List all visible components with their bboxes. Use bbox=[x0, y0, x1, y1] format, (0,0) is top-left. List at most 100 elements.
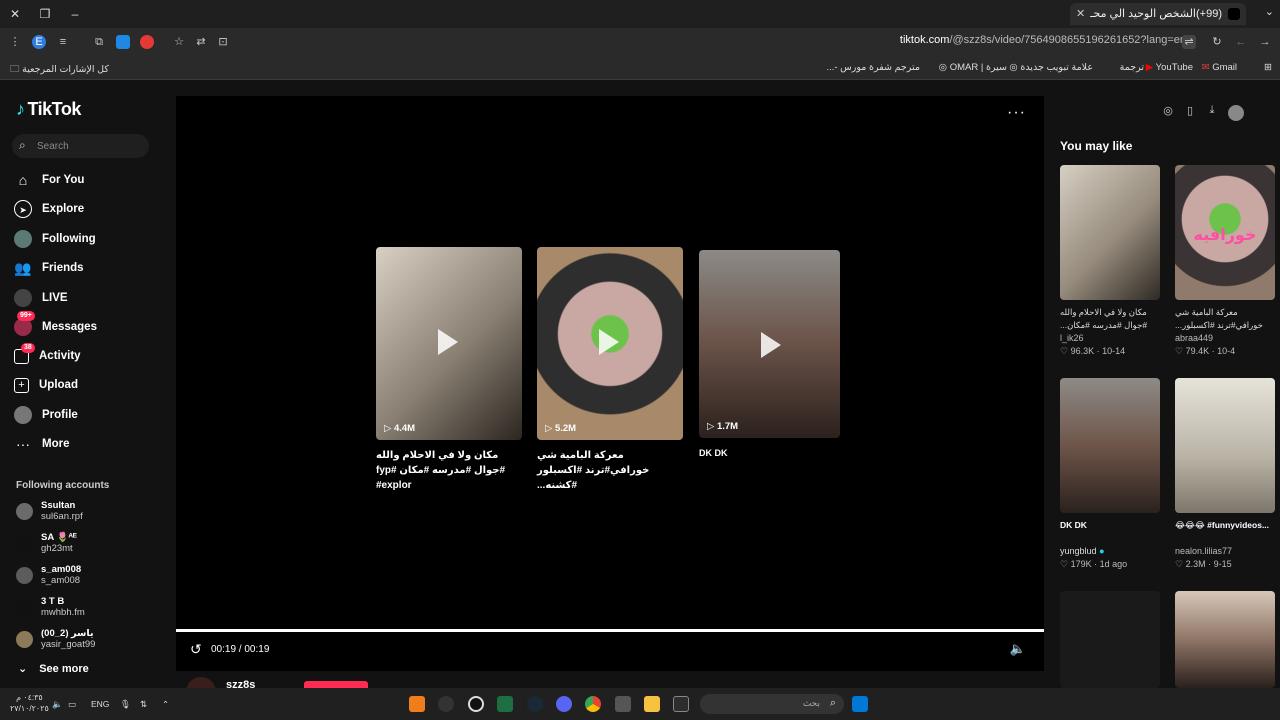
bookmark-gmail[interactable]: Gmail ✉ bbox=[1202, 62, 1237, 73]
nav-messages[interactable]: 99+ Messages bbox=[14, 311, 97, 339]
nav-activity[interactable]: 38 Activity bbox=[14, 342, 81, 368]
volume-tray-icon[interactable]: 🔈 bbox=[52, 699, 63, 710]
all-bookmarks[interactable]: كل الإشارات المرجعية 🗀 bbox=[10, 62, 109, 78]
video-author[interactable]: yungblud ● bbox=[1060, 545, 1160, 558]
video-author[interactable]: l_ik26 bbox=[1060, 332, 1160, 345]
play-small-icon: ▷ bbox=[545, 423, 555, 434]
end-card[interactable]: ▷ 1.7M DK DK bbox=[699, 250, 840, 461]
video-author[interactable]: nealon.lilias77 bbox=[1175, 545, 1275, 558]
bookmarks-apps-icon[interactable]: ⊞ bbox=[1264, 62, 1272, 73]
mic-tray-icon[interactable]: 🎙 bbox=[120, 699, 131, 710]
tray-overflow-icon[interactable]: ⌃ bbox=[162, 699, 169, 710]
recommended-video[interactable] bbox=[1060, 591, 1160, 688]
search-bar[interactable]: ⌕ bbox=[12, 134, 149, 158]
url-field[interactable]: tiktok.com/@szz8s/video/7564908655196261… bbox=[900, 34, 1186, 46]
device-icon[interactable]: ▯ bbox=[1184, 104, 1196, 117]
video-caption: DK DK bbox=[1060, 520, 1087, 530]
replay-icon[interactable]: ↺ bbox=[190, 641, 202, 658]
bookmark-morse[interactable]: مترجم شفرة مورس -... bbox=[826, 62, 920, 73]
see-more-button[interactable]: ⌄ See more bbox=[18, 662, 89, 675]
excel-icon[interactable] bbox=[497, 696, 513, 712]
recommended-video[interactable]: 😂😂😂 #funnyvideos... nealon.lilias77 ♡ 2.… bbox=[1175, 378, 1275, 571]
account-item[interactable]: 3 T Bmwhbh.fm bbox=[16, 594, 85, 620]
video-player[interactable]: ··· ▷ 4.4M مكان ولا في الاحلام والله #جو… bbox=[176, 96, 1044, 671]
back-icon[interactable]: → bbox=[1258, 35, 1272, 49]
account-item[interactable]: Ssultan sul6an.rpf bbox=[16, 498, 83, 524]
nav-more[interactable]: ··· More bbox=[14, 432, 69, 456]
taskbar-search[interactable]: ⌕ بحث bbox=[700, 694, 844, 714]
views-count: ▷ 4.4M bbox=[384, 423, 416, 434]
account-item[interactable]: SA 🌷ᴬᴱ gh23mt bbox=[16, 530, 77, 556]
browser-tabbar: ✕ ❐ – + ✕ (99+)الشخص الوحيد الي محـ ⌄ bbox=[0, 0, 1280, 28]
tiktok-logo[interactable]: ♪ TikTok bbox=[16, 99, 81, 120]
system-clock[interactable]: ٠٤:٣٥ م ٢٧/١٠/٢٠٢٥ bbox=[10, 692, 49, 714]
video-author[interactable]: abraa449 bbox=[1175, 332, 1275, 345]
avatar bbox=[16, 630, 33, 648]
windows-start-icon[interactable] bbox=[852, 696, 868, 712]
end-card[interactable]: ▷ 5.2M معركة البامية شي خورافي#ترند #اكس… bbox=[537, 247, 683, 493]
recommended-video[interactable]: DK DK yungblud ● ♡ 179K · 1d ago bbox=[1060, 378, 1160, 571]
chrome-icon[interactable] bbox=[585, 696, 601, 712]
heart-icon: ♡ bbox=[1175, 559, 1186, 569]
video-stats: ♡ 79.4K · 10-4 bbox=[1175, 346, 1236, 356]
search-input[interactable] bbox=[37, 138, 142, 154]
recommended-video[interactable] bbox=[1175, 591, 1275, 688]
download-icon[interactable]: ⤓ bbox=[1206, 104, 1218, 117]
nav-profile[interactable]: Profile bbox=[14, 403, 78, 427]
app-icon[interactable] bbox=[409, 696, 425, 712]
minimize-window-icon[interactable]: – bbox=[66, 5, 84, 23]
account-item[interactable]: s_am008 s_am008 bbox=[16, 562, 81, 588]
app-icon[interactable] bbox=[438, 696, 454, 712]
bookmark-omar[interactable]: سيرة | OMAR ◎ bbox=[939, 62, 1007, 73]
extension-red-icon[interactable] bbox=[140, 35, 154, 49]
video-caption: DK DK bbox=[699, 448, 728, 458]
coins-icon[interactable]: ◎ bbox=[1162, 104, 1174, 117]
volume-icon[interactable]: 🔈 bbox=[1010, 641, 1026, 657]
profile-icon[interactable]: E bbox=[32, 35, 46, 49]
extensions-icon[interactable]: ⧉ bbox=[92, 35, 106, 49]
app-icon[interactable] bbox=[673, 696, 689, 712]
translate-icon[interactable]: ⇄ bbox=[194, 35, 208, 49]
bookmark-youtube[interactable]: YouTube ▶ bbox=[1146, 62, 1193, 73]
recommended-video[interactable]: مكان ولا في الاحلام والله #جوال #مدرسه #… bbox=[1060, 165, 1160, 358]
nav-upload[interactable]: + Upload bbox=[14, 373, 78, 397]
restore-window-icon[interactable]: ❐ bbox=[36, 5, 54, 23]
reading-list-icon[interactable]: ≡ bbox=[56, 35, 70, 49]
video-thumbnail: ▷ 5.2M bbox=[537, 247, 683, 440]
play-small-icon: ▷ bbox=[384, 423, 394, 434]
site-settings-icon[interactable]: ⇌ bbox=[1182, 35, 1196, 49]
menu-icon[interactable]: ⋮ bbox=[8, 35, 22, 49]
nav-explore[interactable]: ➤ Explore bbox=[14, 197, 84, 221]
bookmark-translate[interactable]: ترجمة bbox=[1120, 62, 1144, 73]
discord-icon[interactable] bbox=[556, 696, 572, 712]
reload-icon[interactable]: ↻ bbox=[1210, 35, 1224, 49]
app-icon[interactable] bbox=[468, 696, 484, 712]
user-avatar[interactable] bbox=[1228, 105, 1244, 121]
nav-friends[interactable]: 👥 Friends bbox=[14, 256, 83, 280]
nav-live[interactable]: LIVE bbox=[14, 286, 68, 310]
nav-following[interactable]: Following bbox=[14, 227, 96, 251]
close-window-icon[interactable]: ✕ bbox=[6, 5, 24, 23]
app-icon[interactable] bbox=[615, 696, 631, 712]
language-indicator[interactable]: ENG bbox=[91, 699, 109, 709]
recommended-video[interactable]: خورافيه معركة البامية شي خورافي#ترند #اك… bbox=[1175, 165, 1275, 358]
bookmark-new-tab[interactable]: علامة تبويب جديدة ◎ bbox=[1009, 62, 1093, 73]
end-card[interactable]: ▷ 4.4M مكان ولا في الاحلام والله #جوال #… bbox=[376, 247, 522, 493]
browser-tab[interactable]: ✕ (99+)الشخص الوحيد الي محـ bbox=[1070, 3, 1246, 25]
extension-icon[interactable] bbox=[116, 35, 130, 49]
close-tab-icon[interactable]: ✕ bbox=[1076, 3, 1085, 25]
tray-app-icon[interactable]: ⇅ bbox=[140, 699, 147, 710]
play-icon bbox=[438, 329, 458, 355]
live-icon bbox=[14, 289, 32, 307]
nav-for-you[interactable]: ⌂ For You bbox=[14, 168, 85, 192]
file-explorer-icon[interactable] bbox=[644, 696, 660, 712]
steam-icon[interactable] bbox=[527, 696, 543, 712]
tab-search-icon[interactable]: ⌄ bbox=[1265, 5, 1274, 18]
star-icon[interactable]: ☆ bbox=[172, 35, 186, 49]
network-tray-icon[interactable]: ▭ bbox=[68, 699, 76, 710]
install-icon[interactable]: ⊡ bbox=[216, 35, 230, 49]
video-thumbnail: ▷ 4.4M bbox=[376, 247, 522, 440]
more-options-icon[interactable]: ··· bbox=[1007, 104, 1026, 122]
account-item[interactable]: ياسر (2_00) yasir_goat99 bbox=[16, 626, 95, 652]
forward-icon[interactable]: ← bbox=[1234, 35, 1248, 49]
